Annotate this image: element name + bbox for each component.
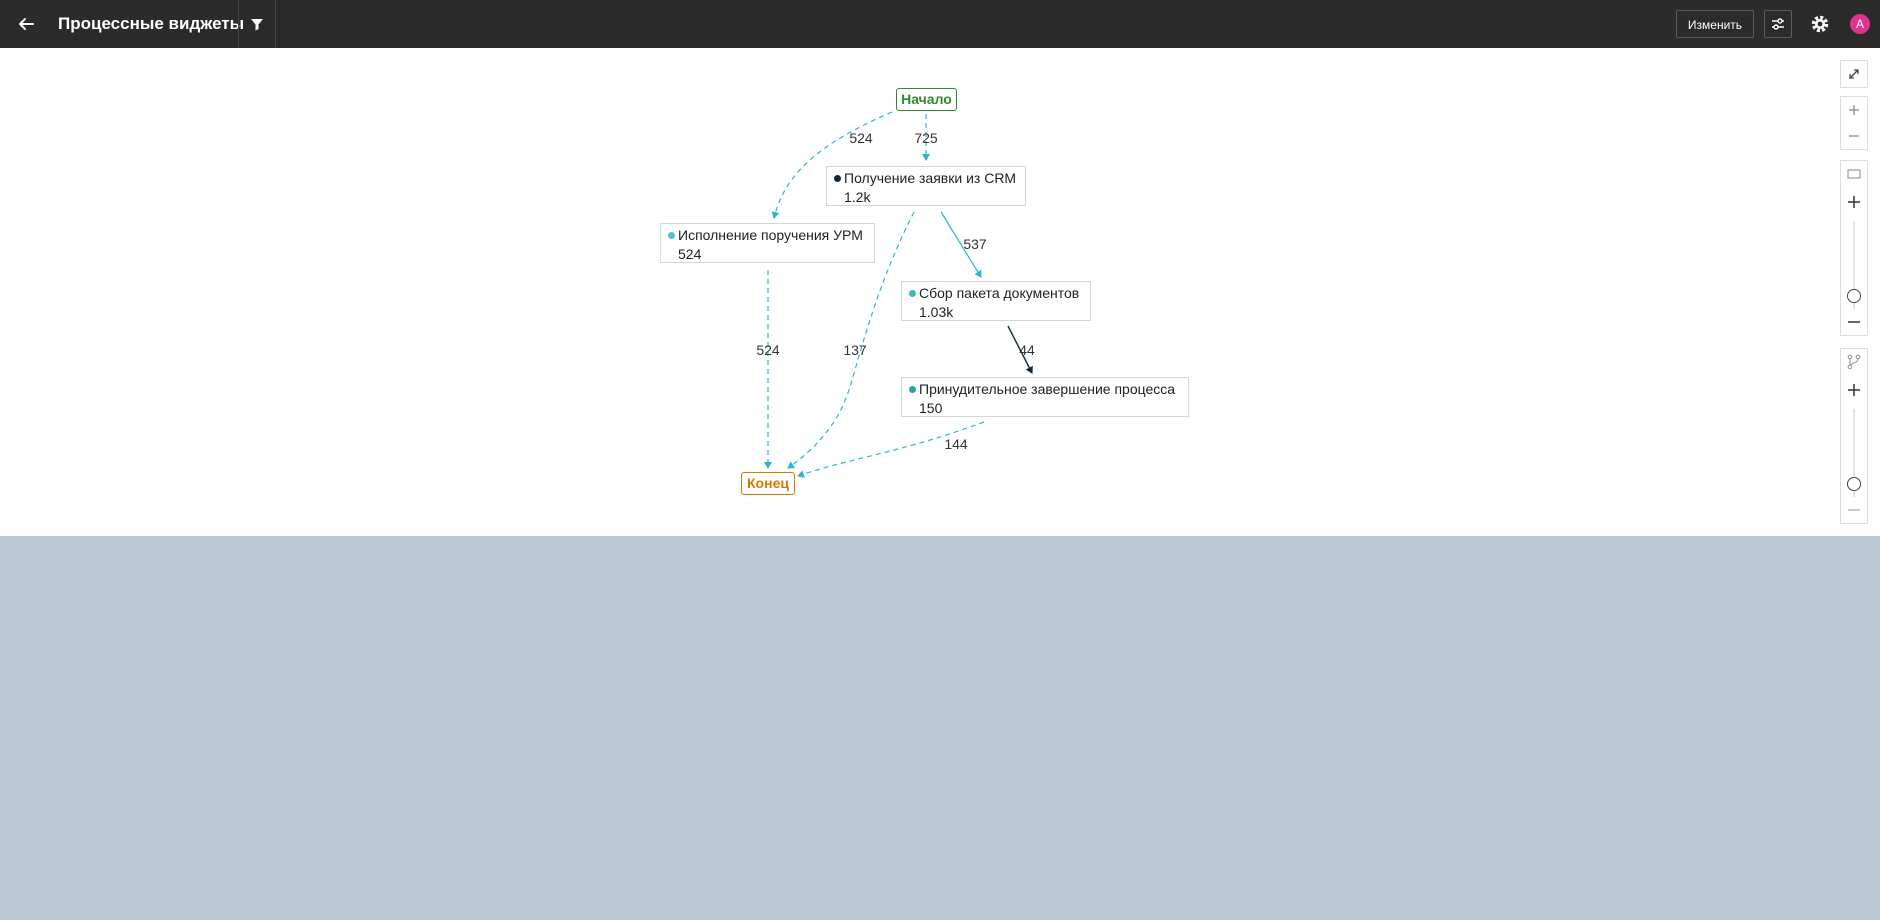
activities-decrease-button[interactable] [1841, 309, 1867, 335]
paths-toggle[interactable] [1841, 349, 1867, 375]
activity-node[interactable]: Получение заявки из CRM 1.2k [826, 166, 1026, 206]
minus-icon [1848, 509, 1860, 511]
settings-sliders-button[interactable] [1764, 10, 1792, 38]
edge-label: 524 [849, 130, 873, 146]
zoom-group [1840, 96, 1868, 150]
activity-name: Принудительное завершение процесса [919, 381, 1176, 397]
status-dot [834, 175, 841, 182]
divider [275, 0, 276, 48]
edge-label: 144 [944, 436, 968, 452]
plus-icon [1848, 384, 1860, 396]
activities-toggle[interactable] [1841, 161, 1867, 187]
activity-name: Сбор пакета документов [919, 285, 1080, 301]
minus-icon [1849, 135, 1859, 137]
edge-label: 725 [914, 130, 938, 146]
edge-label: 137 [843, 342, 867, 358]
path-detail-group [1840, 348, 1868, 524]
filter-icon [251, 19, 263, 31]
start-node[interactable]: Начало [896, 88, 957, 111]
activity-count: 150 [919, 400, 943, 416]
status-dot [909, 290, 916, 297]
expand-icon [1849, 69, 1859, 79]
avatar[interactable]: A [1850, 14, 1870, 34]
paths-increase-button[interactable] [1841, 377, 1867, 403]
fit-screen-group [1840, 60, 1868, 88]
paths-decrease-button[interactable] [1841, 497, 1867, 523]
paths-slider-knob[interactable] [1847, 477, 1861, 491]
end-node[interactable]: Конец [741, 472, 795, 495]
zoom-in-button[interactable] [1841, 97, 1867, 123]
activities-increase-button[interactable] [1841, 189, 1867, 215]
activity-node[interactable]: Принудительное завершение процесса 150 [901, 377, 1189, 417]
gear-icon [1811, 15, 1829, 33]
zoom-out-button[interactable] [1841, 123, 1867, 149]
activity-detail-group [1840, 160, 1868, 336]
status-dot [909, 386, 916, 393]
edge-label: 44 [1019, 342, 1035, 358]
node-detail-icon [1847, 169, 1861, 179]
edge-label: 524 [756, 342, 780, 358]
settings-button[interactable] [1808, 12, 1832, 36]
page-title: Процессные виджеты [58, 14, 245, 33]
process-graph-canvas[interactable]: 524 725 537 524 137 44 144 Начало Конец … [0, 48, 1880, 536]
plus-icon [1848, 196, 1860, 208]
edge-label: 537 [963, 236, 987, 252]
activity-name: Получение заявки из CRM [844, 170, 1017, 186]
activity-count: 524 [678, 246, 702, 262]
activity-node[interactable]: Сбор пакета документов 1.03k [901, 281, 1091, 321]
activity-node[interactable]: Исполнение поручения УРМ 524 [660, 223, 875, 263]
path-detail-icon [1847, 354, 1861, 370]
edit-button[interactable]: Изменить [1676, 10, 1754, 38]
filter-button[interactable] [245, 12, 269, 36]
plus-icon [1849, 105, 1859, 115]
arrow-left-icon [19, 18, 34, 30]
fit-screen-button[interactable] [1841, 61, 1867, 87]
activities-slider-knob[interactable] [1847, 289, 1861, 303]
activity-count: 1.2k [844, 189, 871, 205]
activity-name: Исполнение поручения УРМ [678, 227, 863, 243]
top-bar: Процессные виджеты Изменить A [0, 0, 1880, 48]
back-button[interactable] [12, 10, 40, 38]
sliders-icon [1772, 18, 1784, 30]
status-dot [668, 232, 675, 239]
divider [238, 0, 239, 48]
activity-count: 1.03k [919, 304, 954, 320]
minus-icon [1848, 321, 1860, 323]
